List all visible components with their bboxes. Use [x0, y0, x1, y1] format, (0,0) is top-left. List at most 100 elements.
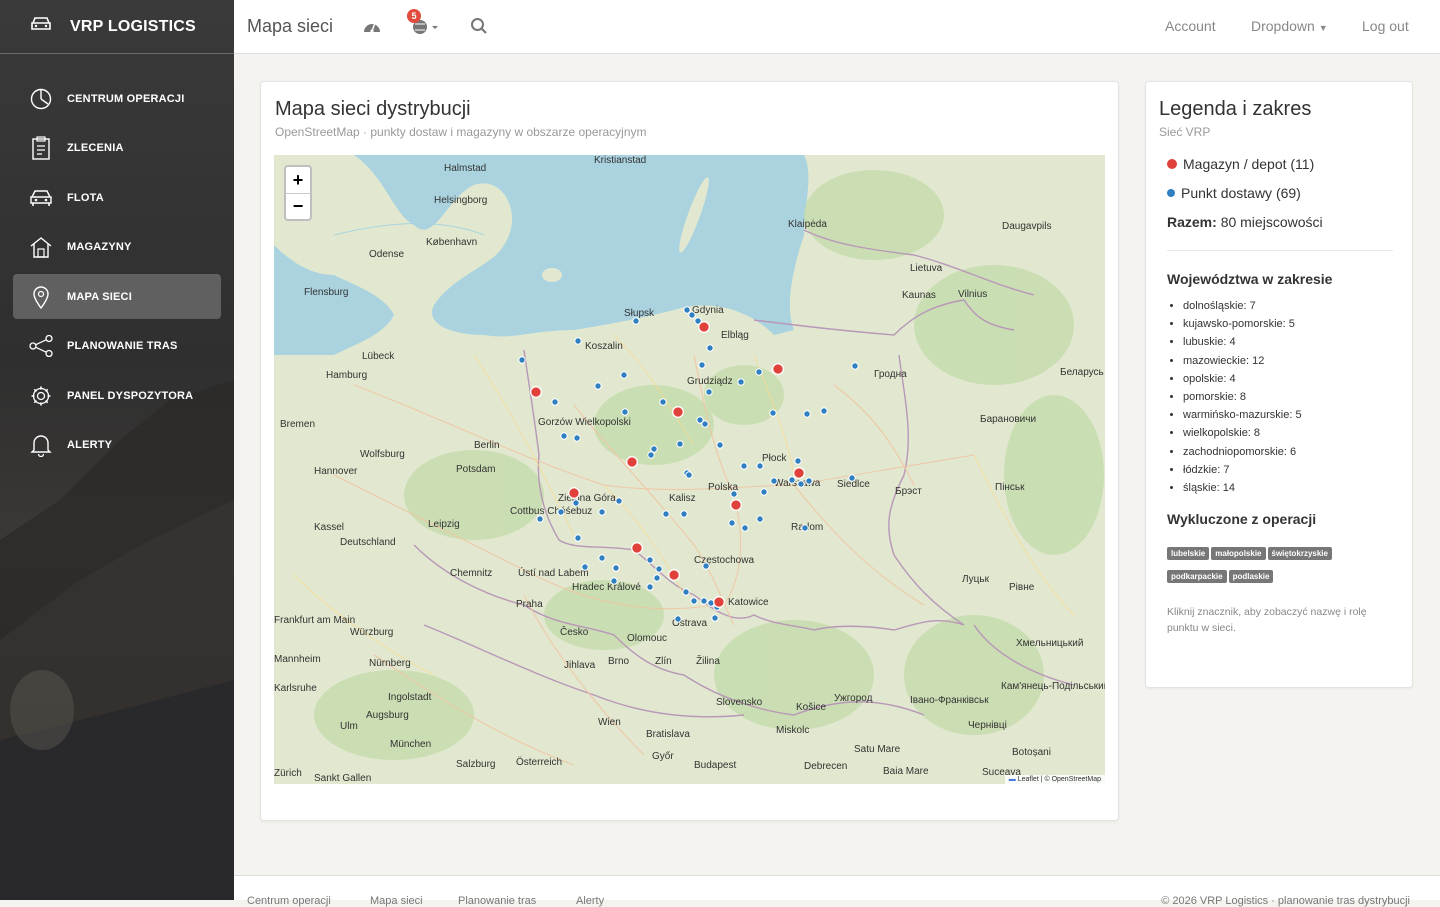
provinces-list: dolnośląskie: 7kujawsko-pomorskie: 5lubu… — [1167, 300, 1399, 500]
punkt-dostawy-marker[interactable] — [598, 554, 606, 562]
magazyn-marker[interactable] — [530, 386, 542, 398]
magazyn-marker[interactable] — [672, 406, 684, 418]
punkt-dostawy-marker[interactable] — [701, 420, 709, 428]
punkt-dostawy-marker[interactable] — [755, 368, 763, 376]
punkt-dostawy-marker[interactable] — [688, 311, 696, 319]
punkt-dostawy-marker[interactable] — [518, 356, 526, 364]
punkt-dostawy-marker[interactable] — [683, 306, 691, 314]
punkt-dostawy-marker[interactable] — [716, 441, 724, 449]
footer-link-mapa[interactable]: Mapa sieci — [370, 895, 423, 907]
punkt-dostawy-marker[interactable] — [820, 407, 828, 415]
punkt-dostawy-marker[interactable] — [690, 597, 698, 605]
punkt-dostawy-marker[interactable] — [740, 462, 748, 470]
sidebar-item-panel-dyspozytora[interactable]: PANEL DYSPOZYTORA — [13, 373, 221, 418]
magazyn-marker[interactable] — [713, 596, 725, 608]
punkt-dostawy-marker[interactable] — [797, 480, 805, 488]
dashboard-icon[interactable] — [362, 17, 382, 40]
punkt-dostawy-marker[interactable] — [653, 574, 661, 582]
punkt-dostawy-marker[interactable] — [848, 474, 856, 482]
excluded-tags: lubelskie małopolskie świętokrzyskie podkar… — [1167, 543, 1367, 589]
dropdown-menu[interactable]: Dropdown ▼ — [1251, 18, 1328, 34]
punkt-dostawy-marker[interactable] — [662, 510, 670, 518]
punkt-dostawy-marker[interactable] — [650, 445, 658, 453]
punkt-dostawy-marker[interactable] — [659, 398, 667, 406]
punkt-dostawy-marker[interactable] — [769, 409, 777, 417]
punkt-dostawy-marker[interactable] — [612, 564, 620, 572]
punkt-dostawy-marker[interactable] — [615, 497, 623, 505]
punkt-dostawy-marker[interactable] — [551, 398, 559, 406]
sidebar-item-magazyny[interactable]: MAGAZYNY — [13, 225, 221, 270]
footer-link-centrum[interactable]: Centrum operacji — [247, 895, 331, 907]
punkt-dostawy-marker[interactable] — [557, 508, 565, 516]
punkt-dostawy-marker[interactable] — [760, 488, 768, 496]
punkt-dostawy-marker[interactable] — [632, 317, 640, 325]
punkt-dostawy-marker[interactable] — [655, 565, 663, 573]
magazyn-marker[interactable] — [698, 321, 710, 333]
punkt-dostawy-marker[interactable] — [674, 615, 682, 623]
punkt-dostawy-marker[interactable] — [711, 614, 719, 622]
punkt-dostawy-marker[interactable] — [682, 588, 690, 596]
dashboard-icon — [29, 87, 53, 111]
punkt-dostawy-marker[interactable] — [728, 519, 736, 527]
punkt-dostawy-marker[interactable] — [730, 490, 738, 498]
footer-link-planowanie[interactable]: Planowanie tras — [458, 895, 536, 907]
search-icon[interactable] — [470, 17, 488, 40]
magazyn-marker[interactable] — [631, 542, 643, 554]
sidebar-item-alerty[interactable]: ALERTY — [13, 423, 221, 468]
sidebar-item-label: PANEL DYSPOZYTORA — [67, 389, 194, 402]
account-link[interactable]: Account — [1165, 18, 1216, 34]
punkt-dostawy-marker[interactable] — [620, 371, 628, 379]
punkt-dostawy-marker[interactable] — [572, 499, 580, 507]
magazyn-marker[interactable] — [568, 487, 580, 499]
sidebar-item-planowanie-tras[interactable]: PLANOWANIE TRAS — [13, 324, 221, 369]
magazyn-marker[interactable] — [793, 467, 805, 479]
footer-link-alerty[interactable]: Alerty — [576, 895, 604, 907]
punkt-dostawy-marker[interactable] — [573, 434, 581, 442]
punkt-dostawy-marker[interactable] — [560, 432, 568, 440]
legend-total-value: 80 miejscowości — [1220, 214, 1323, 230]
sidebar-item-centrum-operacji[interactable]: CENTRUM OPERACJI — [13, 76, 221, 121]
punkt-dostawy-marker[interactable] — [794, 457, 802, 465]
brand[interactable]: VRP LOGISTICS — [0, 0, 234, 54]
magazyn-marker[interactable] — [668, 569, 680, 581]
punkt-dostawy-marker[interactable] — [788, 476, 796, 484]
punkt-dostawy-marker[interactable] — [574, 534, 582, 542]
punkt-dostawy-marker[interactable] — [737, 378, 745, 386]
punkt-dostawy-marker[interactable] — [536, 515, 544, 523]
punkt-dostawy-marker[interactable] — [851, 362, 859, 370]
sidebar-item-zlecenia[interactable]: ZLECENIA — [13, 126, 221, 171]
punkt-dostawy-marker[interactable] — [581, 563, 589, 571]
punkt-dostawy-marker[interactable] — [646, 583, 654, 591]
province-item: śląskie: 14 — [1183, 482, 1399, 500]
punkt-dostawy-marker[interactable] — [598, 508, 606, 516]
magazyn-marker[interactable] — [772, 363, 784, 375]
punkt-dostawy-marker[interactable] — [756, 515, 764, 523]
province-item: kujawsko-pomorskie: 5 — [1183, 318, 1399, 336]
punkt-dostawy-marker[interactable] — [610, 577, 618, 585]
punkt-dostawy-marker[interactable] — [705, 388, 713, 396]
sidebar-item-mapa-sieci[interactable]: MAPA SIECI — [13, 274, 221, 319]
punkt-dostawy-marker[interactable] — [685, 471, 693, 479]
punkt-dostawy-marker[interactable] — [805, 477, 813, 485]
punkt-dostawy-marker[interactable] — [680, 510, 688, 518]
magazyn-marker[interactable] — [626, 456, 638, 468]
punkt-dostawy-marker[interactable] — [801, 524, 809, 532]
punkt-dostawy-marker[interactable] — [676, 440, 684, 448]
magazyn-marker[interactable] — [730, 499, 742, 511]
punkt-dostawy-marker[interactable] — [706, 344, 714, 352]
punkt-dostawy-marker[interactable] — [803, 410, 811, 418]
punkt-dostawy-marker[interactable] — [646, 556, 654, 564]
punkt-dostawy-marker[interactable] — [756, 462, 764, 470]
punkt-dostawy-marker[interactable] — [741, 524, 749, 532]
logout-link[interactable]: Log out — [1362, 18, 1409, 34]
punkt-dostawy-marker[interactable] — [594, 382, 602, 390]
punkt-dostawy-marker[interactable] — [702, 562, 710, 570]
punkt-dostawy-marker[interactable] — [621, 408, 629, 416]
sidebar-item-flota[interactable]: FLOTA — [13, 175, 221, 220]
punkt-dostawy-marker[interactable] — [647, 451, 655, 459]
punkt-dostawy-marker[interactable] — [770, 477, 778, 485]
punkt-dostawy-marker[interactable] — [698, 361, 706, 369]
punkt-dostawy-marker[interactable] — [574, 337, 582, 345]
punkt-dostawy-marker[interactable] — [700, 597, 708, 605]
network-map[interactable]: + − Halmstad Helsingborg København Odense Fl… — [274, 155, 1105, 784]
